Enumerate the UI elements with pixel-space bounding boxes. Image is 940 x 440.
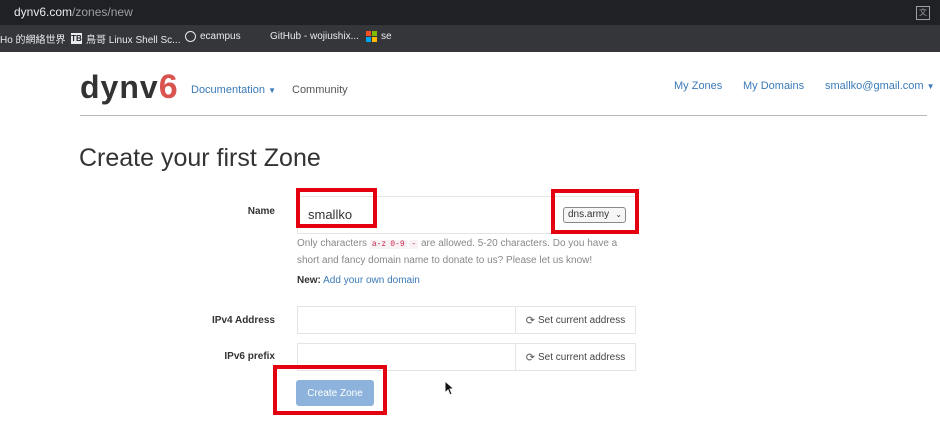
mouse-cursor-icon (444, 380, 456, 396)
new-domain-note: New: Add your own domain (297, 275, 420, 286)
code-allowed: a-z (369, 240, 389, 249)
microsoft-icon (366, 31, 377, 42)
tb-icon: TB (71, 33, 82, 44)
nav-documentation[interactable]: Documentation ▼ (191, 84, 276, 96)
code-allowed: 0-9 (388, 240, 407, 249)
bookmark-item[interactable]: se (366, 31, 392, 42)
refresh-icon: ⟳ (525, 351, 535, 364)
globe-icon (185, 31, 196, 42)
name-help-text: Only characters a-z 0-9 - are allowed. 5-… (297, 238, 618, 266)
translate-icon[interactable]: 文 (916, 6, 930, 20)
ipv4-label: IPv4 Address (212, 315, 275, 326)
browser-address-bar[interactable]: dynv6.com/zones/new 文 (0, 0, 940, 25)
page-title: Create your first Zone (79, 144, 321, 172)
url-text[interactable]: dynv6.com/zones/new (14, 5, 133, 19)
nav-my-domains[interactable]: My Domains (743, 80, 804, 92)
code-allowed: - (409, 240, 419, 249)
add-domain-link[interactable]: Add your own domain (323, 275, 420, 286)
site-logo[interactable]: dynv6 (80, 68, 179, 107)
highlight-box (273, 365, 387, 415)
bookmark-item[interactable]: Ho 的網絡世界 (0, 31, 66, 46)
bookmark-item[interactable]: GitHub - wojiushix... (270, 31, 359, 42)
nav-community[interactable]: Community (292, 84, 348, 96)
highlight-box (551, 189, 639, 234)
bookmarks-bar: Ho 的網絡世界 TB 鳥哥 Linux Shell Sc... ecampus… (0, 25, 940, 52)
nav-divider (80, 115, 927, 116)
nav-my-zones[interactable]: My Zones (674, 80, 722, 92)
caret-down-icon: ▼ (268, 86, 276, 95)
bookmark-item[interactable]: TB 鳥哥 Linux Shell Sc... (71, 31, 180, 46)
caret-down-icon: ▼ (926, 82, 935, 91)
ipv6-set-current-button[interactable]: ⟳ Set current address (515, 343, 636, 371)
ipv4-set-current-button[interactable]: ⟳ Set current address (515, 306, 636, 334)
name-label: Name (247, 206, 275, 217)
bookmark-item[interactable]: ecampus (185, 31, 241, 42)
refresh-icon: ⟳ (525, 314, 535, 327)
nav-user-menu[interactable]: smallko@gmail.com ▼ (825, 80, 935, 92)
highlight-box (296, 188, 377, 228)
ipv6-label: IPv6 prefix (224, 351, 275, 362)
